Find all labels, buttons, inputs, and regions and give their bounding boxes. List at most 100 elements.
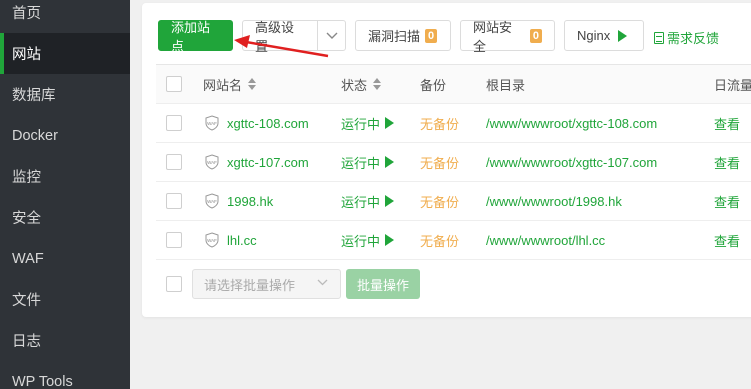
status-label: 运行中 (341, 116, 381, 132)
play-icon (385, 234, 395, 246)
status-cell[interactable]: 运行中 (341, 182, 395, 220)
header-root: 根目录 (486, 65, 525, 103)
site-name-link[interactable]: xgttc-108.com (227, 116, 309, 131)
sidebar-item-home[interactable]: 首页 (0, 0, 130, 33)
chevron-down-icon (317, 279, 328, 286)
header-backup-label: 备份 (420, 77, 447, 93)
svg-text:WAF: WAF (207, 238, 217, 243)
play-icon (385, 195, 395, 207)
table-row: WAF xgttc-107.com 运行中 无备份 /www/wwwroot/x… (156, 143, 751, 182)
view-traffic-link[interactable]: 查看 (714, 192, 740, 211)
root-dir-link[interactable]: /www/wwwroot/xgttc-107.com (486, 155, 657, 170)
header-traffic-label: 日流量 (714, 77, 751, 93)
sort-icon (248, 78, 257, 90)
chevron-down-icon[interactable] (318, 21, 345, 50)
backup-link[interactable]: 无备份 (420, 192, 459, 211)
view-traffic-link[interactable]: 查看 (714, 114, 740, 133)
header-traffic: 日流量 (714, 65, 751, 103)
table-row: WAF lhl.cc 运行中 无备份 /www/wwwroot/lhl.cc 查… (156, 221, 751, 260)
backup-link[interactable]: 无备份 (420, 153, 459, 172)
nginx-button[interactable]: Nginx (564, 20, 644, 51)
sidebar-item-label: 监控 (12, 170, 41, 186)
status-label: 运行中 (341, 194, 381, 210)
sidebar-item-label: Docker (12, 127, 58, 144)
row-checkbox[interactable] (166, 115, 182, 131)
sidebar-item-label: 数据库 (12, 88, 56, 104)
status-label: 运行中 (341, 233, 381, 249)
advanced-settings-button[interactable]: 高级设置 (243, 20, 319, 54)
add-site-label: 添加站点 (171, 19, 211, 54)
site-table: 网站名 状态 备份 根目录 日流量 WAF xgttc-108.com 运行中 … (156, 64, 751, 260)
document-icon (654, 31, 664, 44)
svg-text:WAF: WAF (207, 121, 217, 126)
view-traffic-link[interactable]: 查看 (714, 231, 740, 250)
row-checkbox[interactable] (166, 193, 182, 209)
view-traffic-link[interactable]: 查看 (714, 153, 740, 172)
sidebar-item-label: 文件 (12, 293, 41, 309)
sidebar-item-waf[interactable]: WAF (0, 238, 130, 279)
sidebar-item-monitor[interactable]: 监控 (0, 156, 130, 197)
row-checkbox[interactable] (166, 232, 182, 248)
status-cell[interactable]: 运行中 (341, 104, 395, 142)
site-name-link[interactable]: 1998.hk (227, 194, 273, 209)
site-name-cell[interactable]: WAF 1998.hk (205, 182, 273, 220)
backup-link[interactable]: 无备份 (420, 114, 459, 133)
security-count-badge: 0 (529, 28, 542, 43)
status-cell[interactable]: 运行中 (341, 143, 395, 181)
site-name-link[interactable]: lhl.cc (227, 233, 257, 248)
play-icon (385, 117, 395, 129)
header-root-label: 根目录 (486, 77, 526, 93)
batch-operation-select[interactable]: 请选择批量操作 (192, 269, 341, 299)
batch-select-checkbox[interactable] (166, 276, 182, 292)
waf-shield-icon: WAF (205, 193, 219, 209)
root-dir-link[interactable]: /www/wwwroot/xgttc-108.com (486, 116, 657, 131)
batch-operation-label: 批量操作 (356, 277, 409, 293)
site-security-button[interactable]: 网站安全 0 (460, 20, 555, 54)
backup-link[interactable]: 无备份 (420, 231, 459, 250)
root-dir-link[interactable]: /www/wwwroot/1998.hk (486, 194, 622, 209)
root-dir-link[interactable]: /www/wwwroot/lhl.cc (486, 233, 605, 248)
status-label: 运行中 (341, 155, 381, 171)
sidebar-item-label: 首页 (12, 6, 41, 22)
vuln-scan-label: 漏洞扫描 (368, 29, 421, 44)
header-status[interactable]: 状态 (341, 65, 382, 103)
play-icon (385, 156, 395, 168)
waf-shield-icon: WAF (205, 154, 219, 170)
batch-operation-button[interactable]: 批量操作 (346, 269, 420, 299)
sidebar-item-security[interactable]: 安全 (0, 197, 130, 238)
site-name-link[interactable]: xgttc-107.com (227, 155, 309, 170)
sidebar-item-label: 日志 (12, 334, 41, 350)
table-header: 网站名 状态 备份 根目录 日流量 (156, 65, 751, 104)
advanced-settings-dropdown[interactable]: 高级设置 (242, 20, 346, 54)
sidebar-item-websites[interactable]: 网站 (0, 33, 130, 74)
sidebar-item-label: WP Tools (12, 373, 73, 389)
sidebar-item-files[interactable]: 文件 (0, 279, 130, 320)
sidebar-item-database[interactable]: 数据库 (0, 74, 130, 115)
batch-select-placeholder: 请选择批量操作 (204, 277, 296, 293)
feedback-link[interactable]: 需求反馈 (654, 28, 719, 47)
advanced-settings-label: 高级设置 (255, 19, 295, 54)
site-name-cell[interactable]: WAF xgttc-107.com (205, 143, 309, 181)
sidebar-item-label: WAF (12, 250, 44, 267)
select-all-checkbox[interactable] (166, 76, 182, 92)
site-name-cell[interactable]: WAF lhl.cc (205, 221, 257, 259)
status-cell[interactable]: 运行中 (341, 221, 395, 259)
vuln-scan-button[interactable]: 漏洞扫描 0 (355, 20, 451, 51)
sidebar-item-logs[interactable]: 日志 (0, 320, 130, 361)
header-backup: 备份 (420, 65, 446, 103)
svg-text:WAF: WAF (207, 199, 217, 204)
row-checkbox[interactable] (166, 154, 182, 170)
sidebar-item-docker[interactable]: Docker (0, 115, 130, 156)
header-status-label: 状态 (341, 77, 368, 93)
add-site-button[interactable]: 添加站点 (158, 20, 233, 54)
header-site-name-label: 网站名 (203, 77, 243, 93)
waf-shield-icon: WAF (205, 232, 219, 248)
header-site-name[interactable]: 网站名 (203, 65, 257, 103)
svg-text:WAF: WAF (207, 160, 217, 165)
nginx-label: Nginx (577, 28, 611, 43)
sidebar-item-label: 安全 (12, 211, 41, 227)
feedback-label: 需求反馈 (667, 31, 720, 46)
sidebar-item-wp-tools[interactable]: WP Tools (0, 361, 130, 389)
site-name-cell[interactable]: WAF xgttc-108.com (205, 104, 309, 142)
sidebar: 首页 网站 数据库 Docker 监控 安全 WAF 文件 日志 WP Tool… (0, 0, 130, 389)
